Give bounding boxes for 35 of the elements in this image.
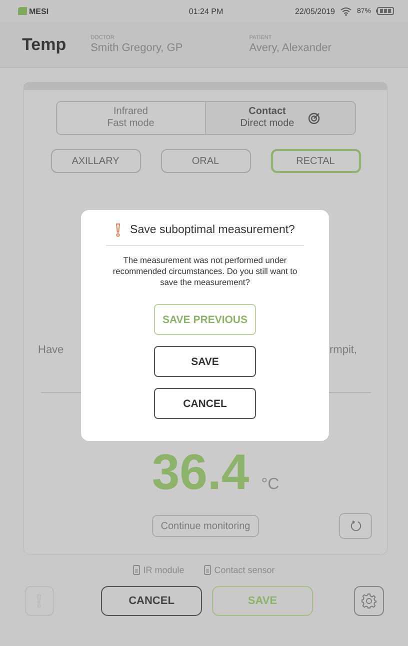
field-value: Smith Gregory, GP [90,42,184,54]
dialog-button[interactable]: SAVE PREVIOUS [154,304,256,335]
battery-icon [376,7,394,15]
settings-button[interactable] [354,586,384,616]
sensor-icon [204,565,212,575]
status-date: 22/05/2019 [294,6,335,16]
temperature-value: 36.4 [152,445,250,499]
dialog-button[interactable]: SAVE [154,346,256,377]
cancel-button[interactable]: CANCEL [101,586,202,616]
mode-tab[interactable]: Infrared Fast mode [56,102,205,134]
field-value: Avery, Alexander [249,42,332,54]
dialog-title: Save suboptimal measurement? [130,224,295,236]
clock-time: 01:24 PM [188,6,224,16]
continue-button[interactable]: Continue monitoring [152,515,260,537]
instruction-text: Have [38,343,64,357]
instruction-text: rmpit, [330,343,357,357]
wifi-icon [340,6,352,16]
site-button[interactable]: ORAL [160,149,250,173]
site-button[interactable]: RECTAL [270,149,360,173]
sensor-icon [133,565,140,575]
mode-tab[interactable]: Contact Direct mode [205,102,354,134]
refresh-button[interactable] [339,513,372,539]
brand-name: MESI [29,6,49,16]
dialog-button[interactable]: CANCEL [154,388,256,419]
temperature-unit: °C [261,476,280,494]
sensor-label: Contact sensor [214,565,275,575]
target-icon [308,112,320,124]
logo-icon [18,7,27,15]
site-button[interactable]: AXILLARY [50,149,140,173]
refresh-icon [350,520,362,532]
sensor-label: IR module [143,565,184,575]
warning-icon [115,223,122,237]
screen-title: Temp [22,34,68,54]
settings-icon [360,593,377,609]
dialog-message: The measurement was not performed under recommended circumstances. Do you still want to save the measurement? [112,255,298,288]
